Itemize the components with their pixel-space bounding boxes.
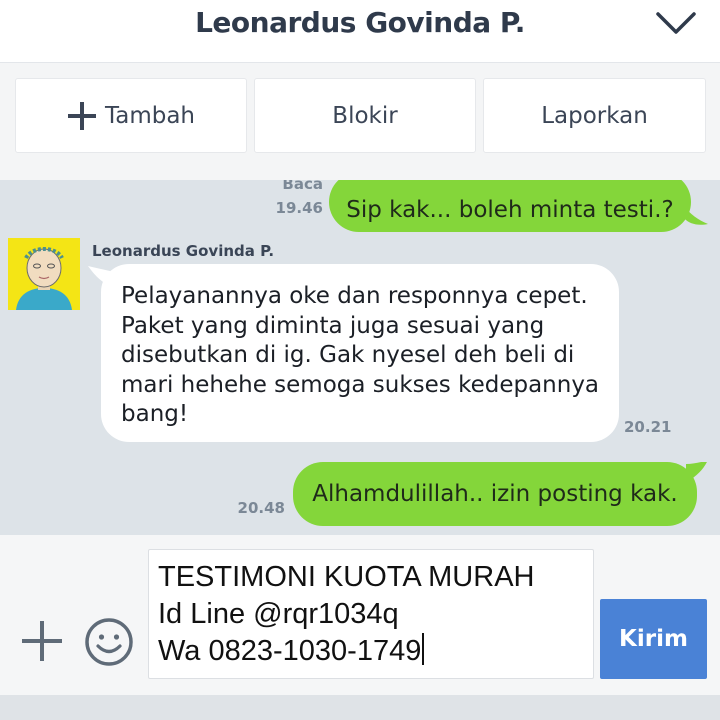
block-button[interactable]: Blokir — [254, 78, 476, 153]
chevron-down-icon[interactable] — [654, 8, 698, 40]
report-button[interactable]: Laporkan — [483, 78, 706, 153]
chat-title: Leonardus Govinda P. — [195, 6, 525, 39]
sender-name: Leonardus Govinda P. — [92, 242, 275, 260]
bottom-strip — [0, 695, 720, 720]
bubble-tail — [684, 206, 708, 225]
report-label: Laporkan — [541, 102, 648, 129]
message-time: 19.46 — [275, 199, 323, 217]
bubble-tail — [686, 462, 707, 482]
message-time: 20.48 — [237, 499, 285, 517]
smiley-icon[interactable] — [84, 617, 134, 667]
message-text: Pelayanannya oke dan responnya cepet. Pa… — [121, 283, 600, 427]
message-input-text: TESTIMONI KUOTA MURAH Id Line @rqr1034q … — [158, 561, 535, 667]
add-friend-button[interactable]: Tambah — [15, 78, 247, 153]
read-indicator: Baca — [282, 180, 323, 193]
add-friend-label: Tambah — [104, 102, 195, 129]
avatar-illustration — [8, 238, 80, 310]
message-composer: TESTIMONI KUOTA MURAH Id Line @rqr1034q … — [0, 535, 720, 695]
outgoing-message-bubble[interactable]: Sip kak... boleh minta testi.? — [329, 180, 691, 232]
message-text: Sip kak... boleh minta testi.? — [346, 197, 674, 223]
chat-messages[interactable]: Baca 19.46 Sip kak... boleh minta testi.… — [0, 180, 720, 535]
text-caret — [422, 633, 425, 665]
plus-icon[interactable] — [20, 619, 64, 663]
chat-header: Leonardus Govinda P. — [0, 0, 720, 63]
send-button[interactable]: Kirim — [600, 599, 707, 679]
message-time: 20.21 — [624, 418, 672, 436]
avatar[interactable] — [8, 238, 80, 310]
incoming-message-bubble[interactable]: Pelayanannya oke dan responnya cepet. Pa… — [101, 264, 619, 442]
message-input[interactable]: TESTIMONI KUOTA MURAH Id Line @rqr1034q … — [148, 549, 594, 679]
block-label: Blokir — [332, 102, 398, 129]
outgoing-message-bubble[interactable]: Alhamdulillah.. izin posting kak. — [293, 462, 697, 526]
action-bar: Tambah Blokir Laporkan — [0, 63, 720, 180]
message-text: Alhamdulillah.. izin posting kak. — [312, 481, 678, 507]
plus-icon — [67, 101, 96, 130]
send-button-label: Kirim — [619, 626, 688, 652]
